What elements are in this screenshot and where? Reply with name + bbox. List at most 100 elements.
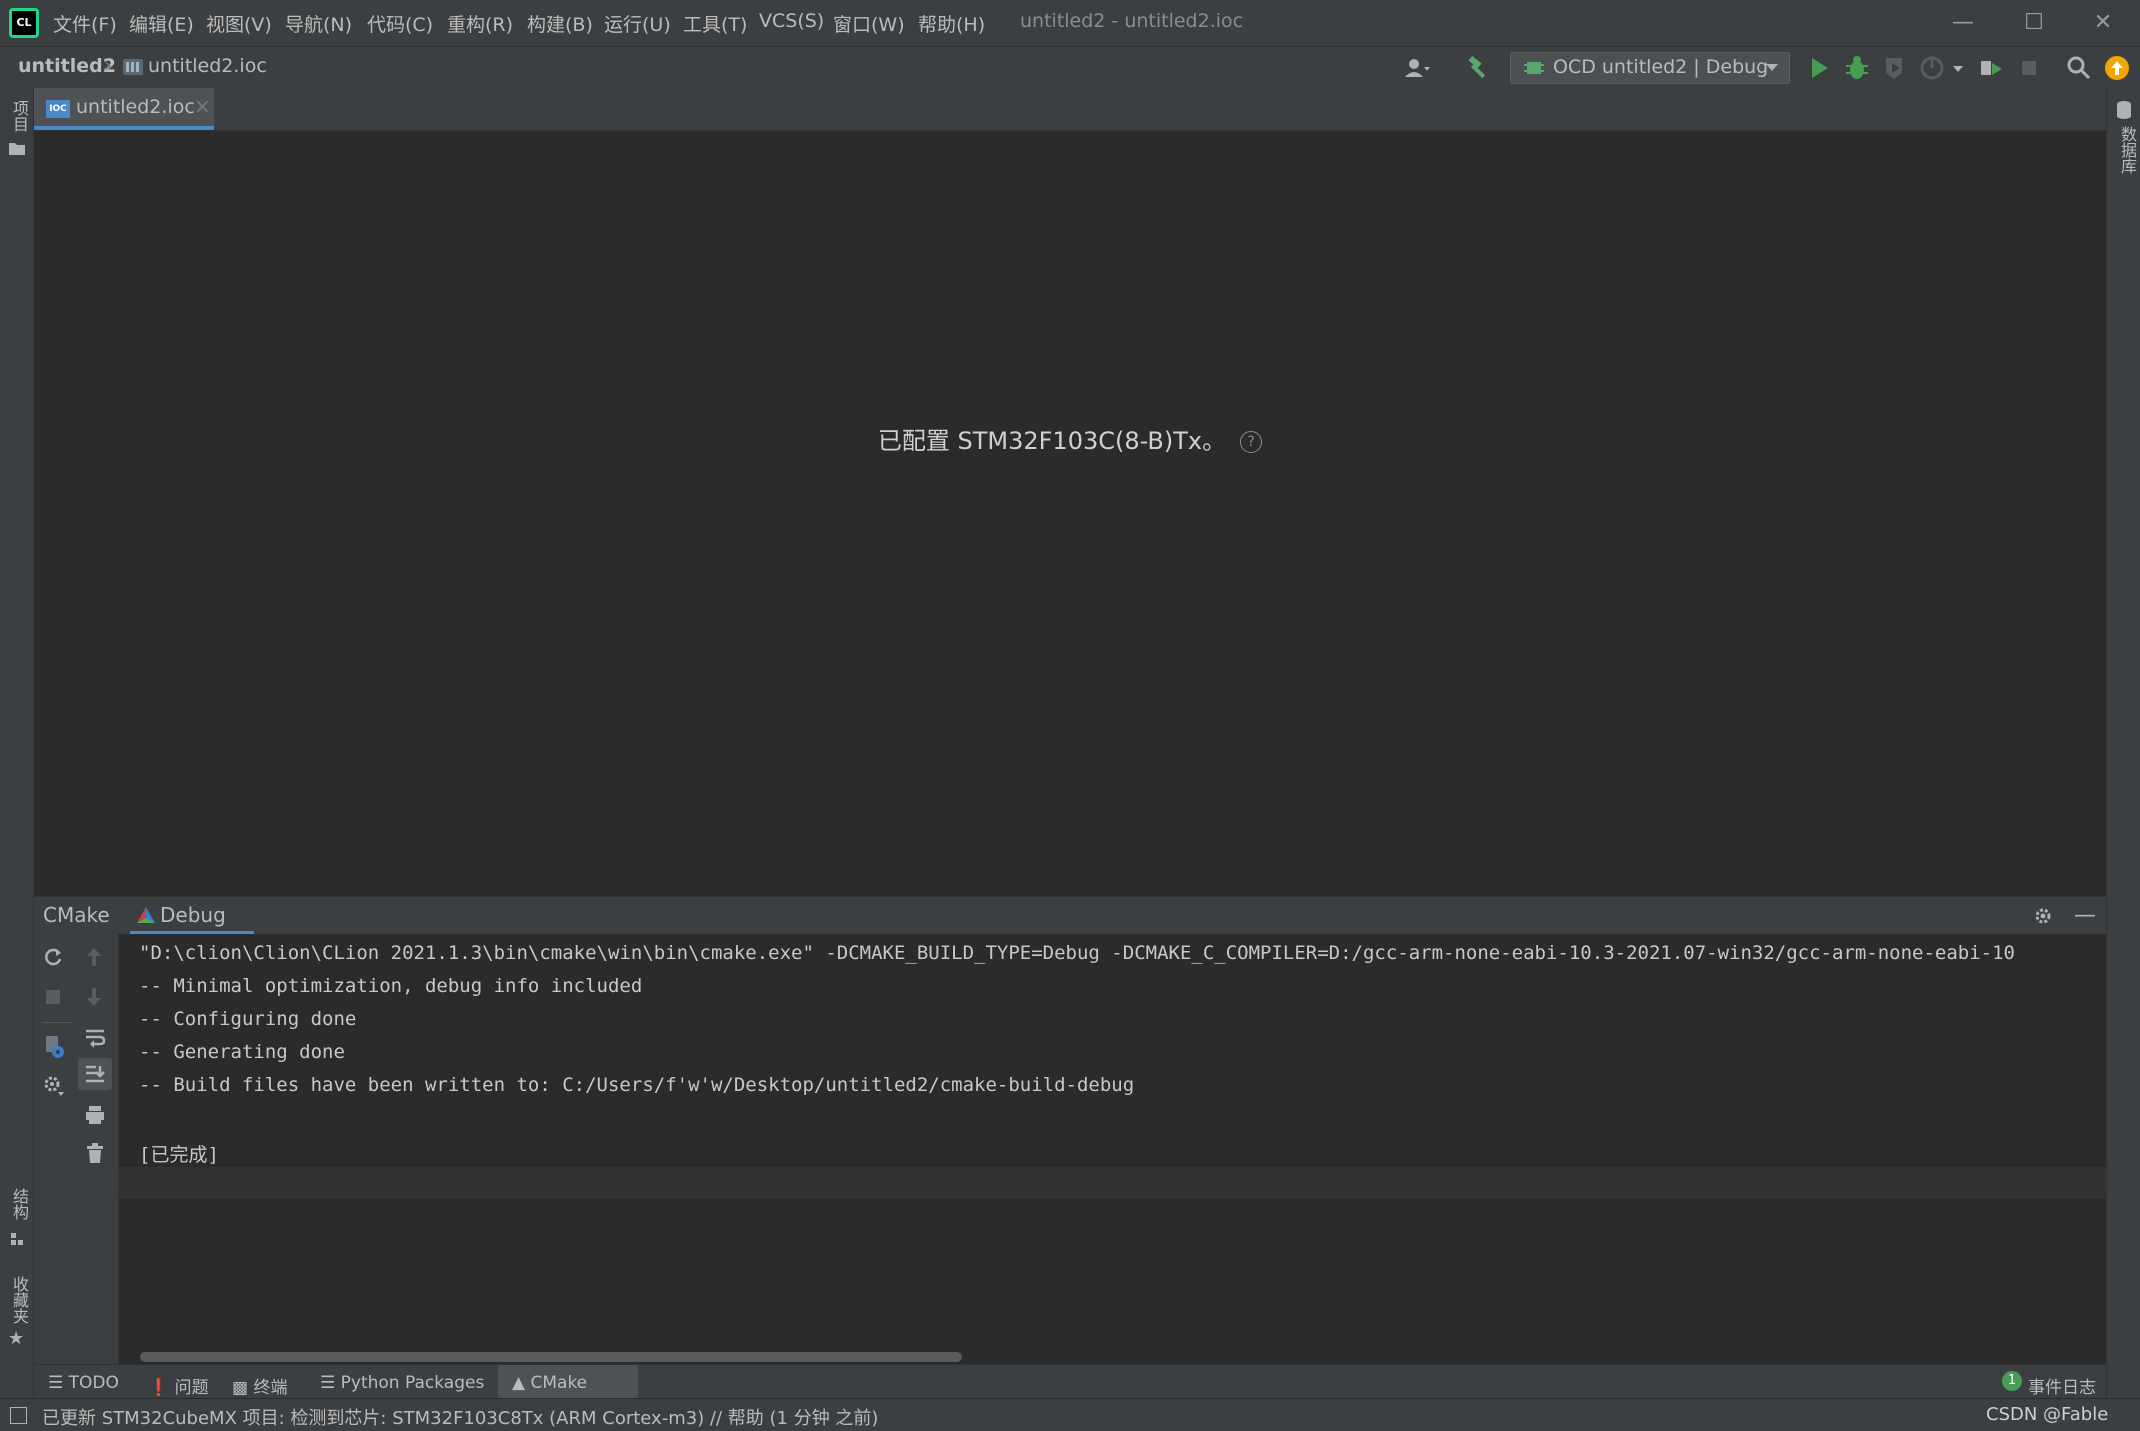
toggle-tool-windows-icon[interactable] (10, 1407, 27, 1424)
menu-help[interactable]: 帮助(H) (918, 10, 985, 37)
editor-tab-row: IOC untitled2.ioc × (34, 88, 2106, 131)
menu-run[interactable]: 运行(U) (604, 10, 671, 37)
run-icon[interactable] (1804, 53, 1834, 83)
tab-terminal[interactable]: ▩ 终端 (232, 1373, 287, 1398)
breadcrumb-project[interactable]: untitled2 (18, 55, 116, 77)
console-line-finished: [已完成] (139, 1144, 219, 1166)
tab-todo[interactable]: ☰ TODO (48, 1373, 119, 1393)
soft-wrap-icon[interactable] (84, 1026, 106, 1048)
bottom-tool-tabs: ☰ TODO ❗ 问题 ▩ 终端 ☰ Python Packages ▲ CMa… (34, 1364, 2106, 1399)
cmake-triangle-icon: ▲ (512, 1373, 526, 1393)
horizontal-scrollbar[interactable] (140, 1352, 962, 1362)
cmake-triangle-icon (137, 907, 155, 923)
chip-configured-message: 已配置 STM32F103C(8-B)Tx。? (34, 421, 2106, 456)
ide-update-icon[interactable] (2102, 53, 2132, 83)
hide-tool-window-icon[interactable]: — (2074, 903, 2096, 928)
star-icon: ★ (8, 1328, 25, 1349)
run-with-coverage-icon[interactable] (1880, 53, 1910, 83)
chip-icon (1524, 62, 1544, 74)
build-hammer-icon[interactable] (1463, 53, 1493, 83)
database-tool-button[interactable]: 数据库 (2115, 126, 2139, 174)
editor-tab-label: untitled2.ioc (76, 96, 195, 118)
menu-navigate[interactable]: 导航(N) (285, 10, 352, 37)
scroll-to-end-icon (86, 1065, 105, 1083)
menu-build[interactable]: 构建(B) (527, 10, 593, 37)
cmake-tool-window-header: CMake Debug — (34, 896, 2106, 935)
right-tool-stripe: 数据库 (2106, 88, 2140, 1398)
run-configuration-label: OCD untitled2 | Debug (1553, 56, 1769, 78)
menu-refactor[interactable]: 重构(R) (447, 10, 513, 37)
arrow-up-icon[interactable] (84, 946, 104, 968)
close-icon[interactable]: ✕ (2083, 6, 2123, 40)
list-icon: ☰ (48, 1373, 64, 1393)
console-line: "D:\clion\Clion\CLion 2021.1.3\bin\cmake… (139, 942, 2015, 964)
event-log-button[interactable]: 事件日志 (2028, 1373, 2096, 1398)
terminal-icon: ▩ (232, 1378, 249, 1398)
stop-icon[interactable] (42, 986, 64, 1008)
window-title: untitled2 - untitled2.ioc (1020, 10, 1244, 32)
problems-icon: ❗ (148, 1378, 170, 1398)
layers-icon: ☰ (320, 1373, 336, 1393)
menu-vcs[interactable]: VCS(S) (759, 10, 824, 32)
cmake-console-output[interactable]: "D:\clion\Clion\CLion 2021.1.3\bin\cmake… (119, 934, 2106, 1364)
menu-window[interactable]: 窗口(W) (833, 10, 905, 37)
console-line: -- Build files have been written to: C:/… (139, 1074, 1135, 1096)
navigation-bar: untitled2 › untitled2.ioc OCD untitled2 … (0, 46, 2140, 90)
tool-window-title: CMake (43, 903, 110, 927)
ioc-file-icon: IOC (46, 100, 70, 118)
trash-icon[interactable] (84, 1142, 106, 1164)
cmake-console-toolbar (34, 934, 119, 1364)
stop-icon[interactable] (2014, 53, 2044, 83)
left-tool-stripe: 项目 结构 收藏夹 ★ (0, 88, 34, 1398)
event-count-badge: 1 (2002, 1371, 2022, 1391)
help-icon[interactable]: ? (1240, 431, 1263, 453)
breadcrumb-file[interactable]: untitled2.ioc (148, 55, 267, 77)
user-account-icon[interactable] (1402, 53, 1432, 83)
ioc-file-icon (123, 59, 143, 75)
attach-to-process-icon[interactable] (1976, 53, 2006, 83)
menu-tools[interactable]: 工具(T) (683, 10, 747, 37)
structure-icon (11, 1233, 23, 1245)
more-run-options-icon[interactable] (1952, 65, 1964, 73)
watermark: CSDN @Fable (1986, 1404, 2109, 1425)
tab-debug-label: Debug (160, 903, 226, 927)
editor-area: 已配置 STM32F103C(8-B)Tx。? (34, 131, 2106, 896)
tab-debug[interactable]: Debug (130, 897, 254, 935)
menu-file[interactable]: 文件(F) (53, 10, 117, 37)
tab-python-packages[interactable]: ☰ Python Packages (320, 1373, 484, 1393)
tab-problems[interactable]: ❗ 问题 (148, 1373, 209, 1398)
search-icon[interactable] (2064, 53, 2094, 83)
status-message[interactable]: 已更新 STM32CubeMX 项目: 检测到芯片: STM32F103C8Tx… (42, 1404, 878, 1430)
print-icon[interactable] (84, 1104, 106, 1126)
menu-view[interactable]: 视图(V) (206, 10, 272, 37)
project-tool-button[interactable]: 项目 (7, 100, 31, 132)
folder-icon (9, 143, 25, 155)
clion-logo-icon[interactable]: CL (9, 8, 39, 38)
chevron-down-icon (1766, 64, 1778, 71)
menu-code[interactable]: 代码(C) (367, 10, 433, 37)
title-bar: CL 文件(F) 编辑(E) 视图(V) 导航(N) 代码(C) 重构(R) 构… (0, 0, 2140, 46)
status-bar: 已更新 STM32CubeMX 项目: 检测到芯片: STM32F103C8Tx… (0, 1398, 2140, 1431)
profiler-icon[interactable] (1918, 53, 1948, 83)
tab-cmake[interactable]: ▲ CMake (512, 1373, 587, 1393)
gear-icon[interactable] (42, 1074, 64, 1098)
reload-icon[interactable] (42, 946, 64, 968)
maximize-icon[interactable]: ☐ (2014, 6, 2054, 40)
console-caret-line (119, 1167, 2106, 1199)
arrow-down-icon[interactable] (84, 986, 104, 1008)
debug-bug-icon[interactable] (1842, 53, 1872, 83)
cmake-settings-icon[interactable] (42, 1034, 66, 1060)
tab-close-icon[interactable]: × (194, 94, 211, 118)
structure-tool-button[interactable]: 结构 (7, 1188, 31, 1220)
editor-tab-untitled2-ioc[interactable]: IOC untitled2.ioc × (34, 88, 214, 130)
scroll-to-end-toggle[interactable] (78, 1058, 112, 1090)
gear-icon[interactable] (2032, 905, 2054, 927)
console-line: -- Minimal optimization, debug info incl… (139, 975, 643, 997)
favorites-tool-button[interactable]: 收藏夹 (7, 1276, 31, 1324)
database-icon (2117, 101, 2131, 119)
run-configuration-selector[interactable]: OCD untitled2 | Debug (1510, 52, 1790, 84)
menu-edit[interactable]: 编辑(E) (129, 10, 194, 37)
console-line: -- Configuring done (139, 1008, 357, 1030)
minimize-icon[interactable]: — (1943, 6, 1983, 40)
toolbar-divider (42, 1022, 72, 1023)
